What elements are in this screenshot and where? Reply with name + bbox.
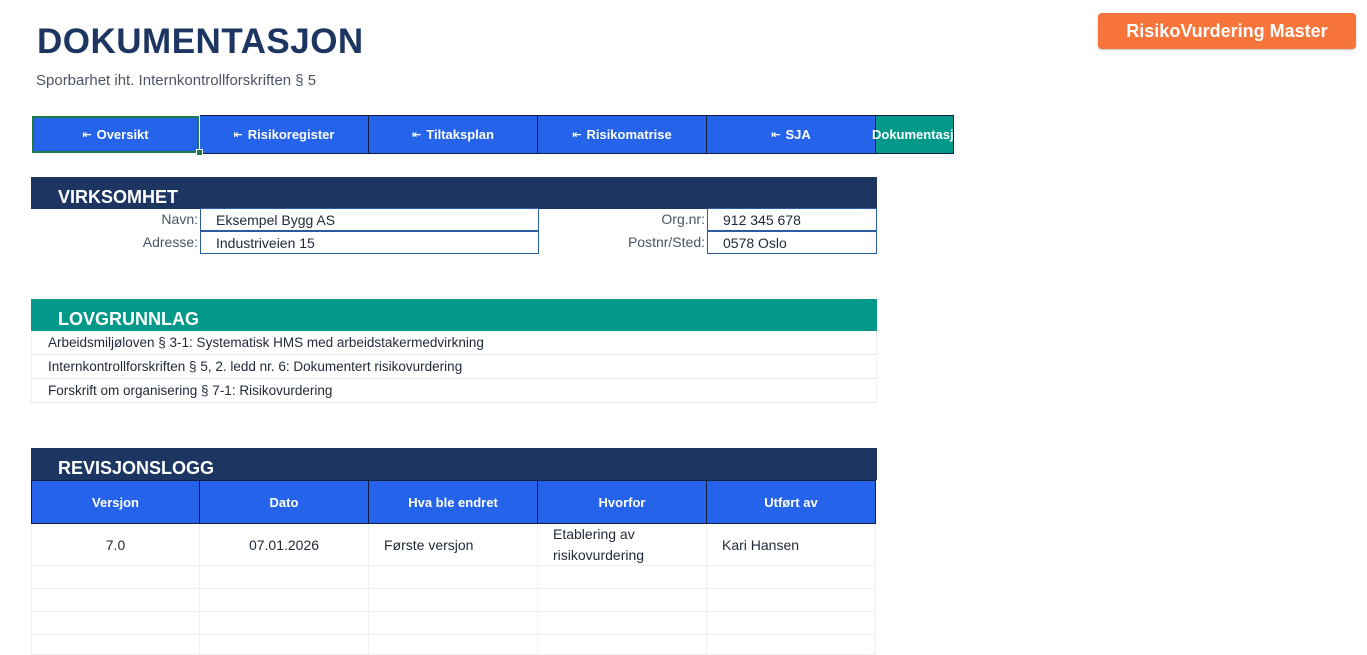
- empty-cell[interactable]: [200, 612, 369, 635]
- empty-cell[interactable]: [538, 566, 707, 589]
- section-header-virksomhet: VIRKSOMHET: [31, 177, 877, 209]
- tab-label: SJA: [785, 127, 811, 142]
- table-row-empty: [31, 612, 877, 635]
- empty-cell[interactable]: [538, 635, 707, 655]
- empty-cell[interactable]: [31, 612, 200, 635]
- address-field[interactable]: Industriveien 15: [200, 231, 539, 254]
- tab-sja[interactable]: ⇤ SJA: [707, 115, 876, 154]
- arrow-icon: ⇤: [771, 129, 781, 141]
- column-header-hvorfor[interactable]: Hvorfor: [538, 480, 707, 524]
- empty-cell[interactable]: [31, 635, 200, 655]
- tab-label: Dokumentasjon: [872, 127, 955, 142]
- section-header-revisjonslogg: REVISJONSLOGG: [31, 448, 877, 480]
- postnr-label: Postnr/Sted:: [627, 234, 705, 250]
- page-subtitle: Sporbarhet iht. Internkontrollforskrifte…: [36, 72, 317, 89]
- empty-cell[interactable]: [369, 612, 538, 635]
- table-row-empty: [31, 566, 877, 589]
- empty-cell[interactable]: [200, 635, 369, 655]
- column-header-versjon[interactable]: Versjon: [31, 480, 200, 524]
- page-title: DOKUMENTASJON: [37, 22, 364, 61]
- empty-cell[interactable]: [369, 566, 538, 589]
- section-header-lovgrunnlag: LOVGRUNNLAG: [31, 299, 877, 331]
- tab-label: Risikomatrise: [586, 127, 672, 142]
- arrow-icon: ⇤: [233, 129, 243, 141]
- law-item[interactable]: Forskrift om organisering § 7-1: Risikov…: [31, 379, 877, 403]
- name-field[interactable]: Eksempel Bygg AS: [200, 208, 539, 231]
- arrow-icon: ⇤: [412, 129, 422, 141]
- cell-selection-handle[interactable]: [196, 149, 203, 156]
- cell-versjon[interactable]: 7.0: [31, 524, 200, 566]
- tab-label: Oversikt: [96, 127, 149, 142]
- tab-tiltaksplan[interactable]: ⇤ Tiltaksplan: [369, 115, 538, 154]
- law-item[interactable]: Arbeidsmiljøloven § 3-1: Systematisk HMS…: [31, 331, 877, 355]
- sheet-navigation: ⇤ Oversikt ⇤ Risikoregister ⇤ Tiltakspla…: [31, 115, 955, 154]
- empty-cell[interactable]: [369, 635, 538, 655]
- postnr-field[interactable]: 0578 Oslo: [707, 231, 877, 254]
- cell-utfort-av[interactable]: Kari Hansen: [707, 524, 876, 566]
- orgnr-label: Org.nr:: [661, 211, 705, 227]
- tab-oversikt[interactable]: ⇤ Oversikt: [31, 115, 200, 154]
- table-row: 7.0 07.01.2026 Første versjon Etablering…: [31, 524, 877, 566]
- column-header-utfort-av[interactable]: Utført av: [707, 480, 876, 524]
- name-label: Navn:: [161, 211, 198, 227]
- law-item[interactable]: Internkontrollforskriften § 5, 2. ledd n…: [31, 355, 877, 379]
- empty-cell[interactable]: [31, 566, 200, 589]
- empty-cell[interactable]: [707, 589, 876, 612]
- empty-cell[interactable]: [707, 566, 876, 589]
- tab-label: Risikoregister: [247, 127, 335, 142]
- table-header: Versjon Dato Hva ble endret Hvorfor Utfø…: [31, 480, 877, 524]
- table-row-empty: [31, 635, 877, 655]
- empty-cell[interactable]: [200, 566, 369, 589]
- orgnr-field[interactable]: 912 345 678: [707, 208, 877, 231]
- risikovurdering-master-button[interactable]: RisikoVurdering Master: [1098, 13, 1356, 49]
- empty-cell[interactable]: [31, 589, 200, 612]
- column-header-dato[interactable]: Dato: [200, 480, 369, 524]
- empty-cell[interactable]: [538, 612, 707, 635]
- table-row-empty: [31, 589, 877, 612]
- address-label: Adresse:: [142, 234, 198, 250]
- tab-label: Tiltaksplan: [426, 127, 494, 142]
- tab-risikomatrise[interactable]: ⇤ Risikomatrise: [538, 115, 707, 154]
- tab-dokumentasjon[interactable]: Dokumentasjon: [872, 115, 955, 154]
- cell-hva-ble-endret[interactable]: Første versjon: [369, 524, 538, 566]
- column-header-hva-ble-endret[interactable]: Hva ble endret: [369, 480, 538, 524]
- empty-cell[interactable]: [200, 589, 369, 612]
- cell-dato[interactable]: 07.01.2026: [200, 524, 369, 566]
- tab-risikoregister[interactable]: ⇤ Risikoregister: [200, 115, 369, 154]
- cell-hvorfor[interactable]: Etablering av risikovurdering: [538, 524, 707, 566]
- empty-cell[interactable]: [538, 589, 707, 612]
- empty-cell[interactable]: [369, 589, 538, 612]
- arrow-icon: ⇤: [572, 129, 582, 141]
- empty-cell[interactable]: [707, 635, 876, 655]
- empty-cell[interactable]: [707, 612, 876, 635]
- arrow-icon: ⇤: [82, 129, 92, 141]
